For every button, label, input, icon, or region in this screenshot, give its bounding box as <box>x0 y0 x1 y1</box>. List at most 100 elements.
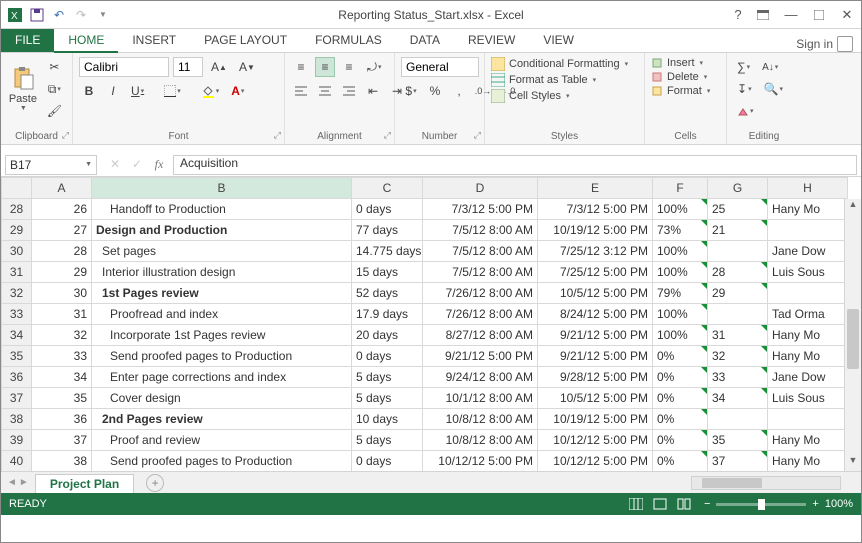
cell[interactable]: Hany Mo <box>768 199 848 220</box>
cell[interactable]: 0% <box>653 346 708 367</box>
col-header[interactable]: C <box>352 178 423 199</box>
row-header[interactable]: 38 <box>2 409 32 430</box>
zoom-slider[interactable] <box>716 503 806 506</box>
cell[interactable]: 0 days <box>352 199 423 220</box>
table-row[interactable]: 3129Interior illustration design15 days7… <box>2 262 848 283</box>
row-header[interactable]: 28 <box>2 199 32 220</box>
table-row[interactable]: 32301st Pages review52 days7/26/12 8:00 … <box>2 283 848 304</box>
cell[interactable] <box>708 241 768 262</box>
cell[interactable]: 100% <box>653 199 708 220</box>
maximize-icon[interactable] <box>805 1 833 29</box>
row-header[interactable]: 35 <box>2 346 32 367</box>
page-layout-view-icon[interactable] <box>649 496 671 512</box>
cell[interactable]: 1st Pages review <box>92 283 352 304</box>
cell[interactable]: 10/12/12 5:00 PM <box>423 451 538 472</box>
horizontal-scrollbar[interactable] <box>691 476 841 490</box>
cell[interactable]: 10/19/12 5:00 PM <box>538 220 653 241</box>
cell[interactable]: 7/5/12 8:00 AM <box>423 262 538 283</box>
cell[interactable]: 10/12/12 5:00 PM <box>538 451 653 472</box>
orientation-icon[interactable]: ⤾▾ <box>363 57 386 77</box>
cell[interactable]: Tad Orma <box>768 304 848 325</box>
cell-styles-button[interactable]: Cell Styles▾ <box>491 89 638 103</box>
cell[interactable]: Proof and review <box>92 430 352 451</box>
cell[interactable]: Luis Sous <box>768 388 848 409</box>
table-row[interactable]: 4038Send proofed pages to Production0 da… <box>2 451 848 472</box>
clipboard-launcher-icon[interactable]: ⤢ <box>62 130 69 141</box>
cell[interactable]: 15 days <box>352 262 423 283</box>
cell[interactable]: 0% <box>653 430 708 451</box>
table-row[interactable]: 38362nd Pages review10 days10/8/12 8:00 … <box>2 409 848 430</box>
cell[interactable]: 77 days <box>352 220 423 241</box>
table-row[interactable]: 2826Handoff to Production0 days7/3/12 5:… <box>2 199 848 220</box>
cell[interactable]: 100% <box>653 325 708 346</box>
cell[interactable]: Hany Mo <box>768 325 848 346</box>
cell[interactable]: Incorporate 1st Pages review <box>92 325 352 346</box>
help-icon[interactable]: ? <box>727 1 749 29</box>
cell[interactable]: 17.9 days <box>352 304 423 325</box>
ribbon-options-icon[interactable] <box>749 1 777 29</box>
cut-icon[interactable]: ✂ <box>43 57 66 77</box>
col-header[interactable]: B <box>92 178 352 199</box>
cell[interactable]: 10 days <box>352 409 423 430</box>
tab-page-layout[interactable]: PAGE LAYOUT <box>190 28 301 52</box>
cell[interactable]: 7/3/12 5:00 PM <box>538 199 653 220</box>
col-header[interactable]: G <box>708 178 768 199</box>
cell[interactable]: Send proofed pages to Production <box>92 451 352 472</box>
cell[interactable]: 73% <box>653 220 708 241</box>
cell[interactable]: 8/24/12 5:00 PM <box>538 304 653 325</box>
insert-cells-button[interactable]: Insert▾ <box>651 57 720 69</box>
cell[interactable]: 8/27/12 8:00 AM <box>423 325 538 346</box>
cell[interactable]: 2nd Pages review <box>92 409 352 430</box>
cell[interactable] <box>708 409 768 430</box>
col-header[interactable]: H <box>768 178 848 199</box>
cell[interactable]: 28 <box>32 241 92 262</box>
cell[interactable]: Send proofed pages to Production <box>92 346 352 367</box>
align-center-icon[interactable] <box>315 81 335 101</box>
cell[interactable] <box>768 283 848 304</box>
cell[interactable]: Jane Dow <box>768 241 848 262</box>
cell[interactable]: 9/21/12 5:00 PM <box>423 346 538 367</box>
cell[interactable]: Interior illustration design <box>92 262 352 283</box>
font-name-input[interactable] <box>79 57 169 77</box>
align-right-icon[interactable] <box>339 81 359 101</box>
number-launcher-icon[interactable]: ⤢ <box>474 130 481 141</box>
cell[interactable]: 25 <box>708 199 768 220</box>
table-row[interactable]: 3634Enter page corrections and index5 da… <box>2 367 848 388</box>
cell[interactable]: 10/19/12 5:00 PM <box>538 409 653 430</box>
table-row[interactable]: 3937Proof and review5 days10/8/12 8:00 A… <box>2 430 848 451</box>
add-sheet-icon[interactable]: + <box>146 474 164 492</box>
font-launcher-icon[interactable]: ⤢ <box>274 130 281 141</box>
percent-icon[interactable]: % <box>425 81 445 101</box>
cell[interactable]: 0 days <box>352 346 423 367</box>
cell[interactable]: 33 <box>708 367 768 388</box>
autosum-icon[interactable]: ∑▾ <box>733 57 754 77</box>
scroll-up-icon[interactable]: ▲ <box>845 199 861 215</box>
spreadsheet-grid[interactable]: A B C D E F G H 2826Handoff to Productio… <box>1 177 861 471</box>
cell[interactable]: 5 days <box>352 388 423 409</box>
zoom-out-icon[interactable]: − <box>704 498 710 510</box>
tab-view[interactable]: VIEW <box>529 28 588 52</box>
bold-button[interactable]: B <box>79 81 99 101</box>
cell[interactable]: 20 days <box>352 325 423 346</box>
cell[interactable]: Handoff to Production <box>92 199 352 220</box>
name-box[interactable]: B17▼ <box>5 155 97 175</box>
normal-view-icon[interactable] <box>625 496 647 512</box>
alignment-launcher-icon[interactable]: ⤢ <box>384 130 391 141</box>
cell[interactable]: 100% <box>653 262 708 283</box>
font-size-input[interactable] <box>173 57 203 77</box>
cell[interactable]: Enter page corrections and index <box>92 367 352 388</box>
table-row[interactable]: 3331Proofread and index17.9 days7/26/12 … <box>2 304 848 325</box>
row-header[interactable]: 32 <box>2 283 32 304</box>
zoom-value[interactable]: 100% <box>825 498 853 510</box>
cell[interactable] <box>708 304 768 325</box>
cancel-formula-icon[interactable]: ✕ <box>105 157 125 172</box>
table-row[interactable]: 2927Design and Production77 days7/5/12 8… <box>2 220 848 241</box>
scroll-thumb[interactable] <box>847 309 859 369</box>
cell[interactable]: 10/5/12 5:00 PM <box>538 388 653 409</box>
sheet-next-icon[interactable]: ► <box>19 477 29 488</box>
increase-font-icon[interactable]: A▲ <box>207 57 231 77</box>
cell[interactable]: 33 <box>32 346 92 367</box>
cell[interactable]: 28 <box>708 262 768 283</box>
table-row[interactable]: 3533Send proofed pages to Production0 da… <box>2 346 848 367</box>
cell[interactable]: 37 <box>708 451 768 472</box>
